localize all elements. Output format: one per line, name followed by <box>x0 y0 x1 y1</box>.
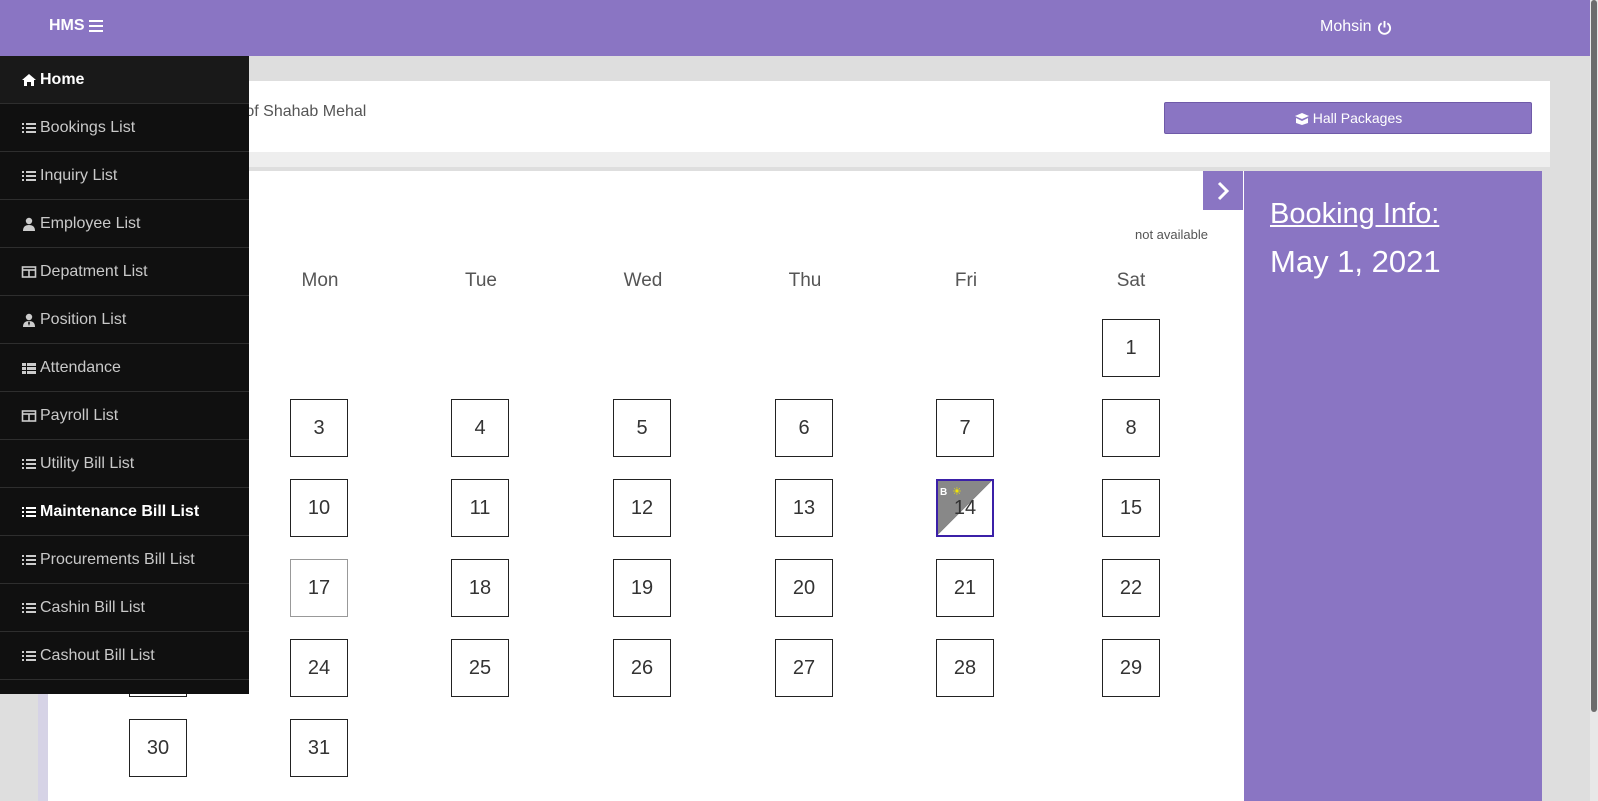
calendar-day-21[interactable]: 21 <box>936 559 994 617</box>
sidebar-item-home[interactable]: Home <box>0 56 249 104</box>
sidebar-item-maintenance-bill-list[interactable]: Maintenance Bill List <box>0 488 249 536</box>
sidebar-item-department-list[interactable]: Depatment List <box>0 248 249 296</box>
weekday-tue: Tue <box>464 270 498 291</box>
sidebar-item-label: Position List <box>40 310 127 328</box>
list-icon <box>21 553 37 567</box>
list-icon <box>21 601 37 615</box>
calendar-day-14-booked[interactable]: B ☀ 14 <box>936 479 994 537</box>
weekday-fri: Fri <box>954 270 978 291</box>
sidebar: Home Bookings List Inquiry List Employee… <box>0 56 249 694</box>
sidebar-item-label: Inquiry List <box>40 166 118 184</box>
columns-icon <box>21 265 37 279</box>
user-tie-icon <box>21 313 37 327</box>
calendar-day-3[interactable]: 3 <box>290 399 348 457</box>
page-scrollbar[interactable] <box>1590 0 1598 801</box>
calendar-day-6[interactable]: 6 <box>775 399 833 457</box>
brand-name: HMS <box>49 17 85 34</box>
sidebar-item-utility-bill-list[interactable]: Utility Bill List <box>0 440 249 488</box>
booking-info-title[interactable]: Booking Info: <box>1270 198 1439 231</box>
sidebar-item-label: Bookings List <box>40 118 136 136</box>
sidebar-item-cashout-bill-list[interactable]: Cashout Bill List <box>0 632 249 680</box>
columns-icon <box>21 409 37 423</box>
calendar-day-15[interactable]: 15 <box>1102 479 1160 537</box>
booking-info-date: May 1, 2021 <box>1270 244 1441 279</box>
scrollbar-thumb[interactable] <box>1591 0 1597 712</box>
sidebar-item-label: Depatment List <box>40 262 148 280</box>
table-list-icon <box>21 361 37 375</box>
calendar-day-26[interactable]: 26 <box>613 639 671 697</box>
panel-toggle-button[interactable] <box>1203 171 1243 210</box>
list-icon <box>21 649 37 663</box>
calendar-day-4[interactable]: 4 <box>451 399 509 457</box>
sidebar-item-label: Procurements Bill List <box>40 550 195 568</box>
calendar-day-number: 14 <box>953 496 977 519</box>
calendar-day-27[interactable]: 27 <box>775 639 833 697</box>
weekday-thu: Thu <box>788 270 822 291</box>
sidebar-item-label: Attendance <box>40 358 121 376</box>
sidebar-item-inquiry-list[interactable]: Inquiry List <box>0 152 249 200</box>
calendar-day-8[interactable]: 8 <box>1102 399 1160 457</box>
sidebar-item-label: Utility Bill List <box>40 454 135 472</box>
user-name: Mohsin <box>1320 18 1372 35</box>
sidebar-item-label: Employee List <box>40 214 141 232</box>
sidebar-item-label: Home <box>40 70 85 88</box>
calendar-day-18[interactable]: 18 <box>451 559 509 617</box>
list-icon <box>21 457 37 471</box>
menu-toggle-icon[interactable] <box>88 20 103 32</box>
box-open-icon <box>1294 112 1309 125</box>
calendar-day-10[interactable]: 10 <box>290 479 348 537</box>
sidebar-item-payroll-list[interactable]: Payroll List <box>0 392 249 440</box>
calendar-day-1[interactable]: 1 <box>1102 319 1160 377</box>
weekday-mon: Mon <box>301 270 339 291</box>
sidebar-item-label: Cashin Bill List <box>40 598 145 616</box>
booked-marker: B <box>940 487 948 498</box>
sidebar-item-employee-list[interactable]: Employee List <box>0 200 249 248</box>
sidebar-item-label: Payroll List <box>40 406 119 424</box>
weekday-wed: Wed <box>623 270 663 291</box>
list-icon <box>21 121 37 135</box>
calendar-day-11[interactable]: 11 <box>451 479 509 537</box>
calendar-day-25[interactable]: 25 <box>451 639 509 697</box>
user-icon <box>21 217 37 231</box>
sidebar-item-position-list[interactable]: Position List <box>0 296 249 344</box>
power-icon[interactable] <box>1377 20 1392 35</box>
calendar-day-7[interactable]: 7 <box>936 399 994 457</box>
calendar-day-12[interactable]: 12 <box>613 479 671 537</box>
card-divider <box>48 152 1550 167</box>
list-icon <box>21 169 37 183</box>
home-icon <box>21 73 37 87</box>
calendar-day-19[interactable]: 19 <box>613 559 671 617</box>
sidebar-item-attendance[interactable]: Attendance <box>0 344 249 392</box>
sidebar-item-label: Maintenance Bill List <box>40 502 200 520</box>
calendar-day-29[interactable]: 29 <box>1102 639 1160 697</box>
user-menu[interactable]: Mohsin <box>1320 18 1392 36</box>
list-icon <box>21 505 37 519</box>
calendar-day-5[interactable]: 5 <box>613 399 671 457</box>
hall-packages-label: Hall Packages <box>1312 110 1403 126</box>
sidebar-item-procurements-bill-list[interactable]: Procurements Bill List <box>0 536 249 584</box>
calendar-day-31[interactable]: 31 <box>290 719 348 777</box>
sidebar-item-cashin-bill-list[interactable]: Cashin Bill List <box>0 584 249 632</box>
legend-not-available: not available <box>1135 227 1208 242</box>
calendar-day-28[interactable]: 28 <box>936 639 994 697</box>
calendar-day-30[interactable]: 30 <box>129 719 187 777</box>
calendar-day-13[interactable]: 13 <box>775 479 833 537</box>
top-navbar: HMS Mohsin <box>0 0 1590 56</box>
sidebar-item-label: Cashout Bill List <box>40 646 155 664</box>
sidebar-item-bookings-list[interactable]: Bookings List <box>0 104 249 152</box>
calendar-day-17[interactable]: 17 <box>290 559 348 617</box>
chevron-right-icon <box>1217 181 1230 200</box>
sun-icon: ☀ <box>952 486 962 498</box>
brand[interactable]: HMS <box>49 17 103 35</box>
weekday-sat: Sat <box>1116 270 1146 291</box>
hall-packages-button[interactable]: Hall Packages <box>1164 102 1532 134</box>
calendar-day-22[interactable]: 22 <box>1102 559 1160 617</box>
calendar-day-24[interactable]: 24 <box>290 639 348 697</box>
calendar-day-20[interactable]: 20 <box>775 559 833 617</box>
